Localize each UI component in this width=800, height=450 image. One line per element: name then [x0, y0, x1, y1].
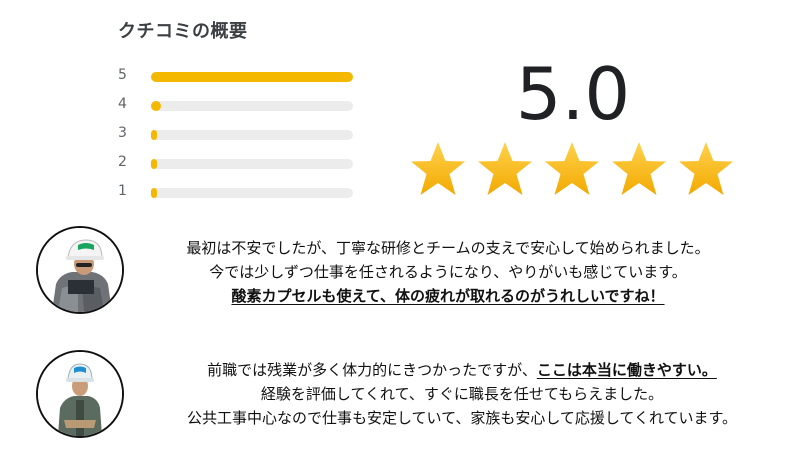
distribution-label: 2: [118, 154, 127, 170]
review-text: 最初は不安でしたが、丁寧な研修とチームの支えで安心して始められました。 今では少…: [138, 236, 758, 308]
distribution-row-4: 4: [118, 92, 358, 121]
distribution-row-1: 1: [118, 179, 358, 208]
star-icon: [612, 142, 666, 195]
distribution-track: [151, 130, 353, 140]
distribution-label: 4: [118, 96, 127, 112]
distribution-row-5: 5: [118, 63, 358, 92]
review-line: 前職では残業が多く体力的にきつかったですが、ここは本当に働きやすい。: [130, 358, 794, 382]
average-score: 5.0: [515, 52, 631, 136]
reviewer-avatar: [36, 350, 124, 438]
star-icon: [679, 142, 733, 195]
star-rating: [408, 140, 738, 200]
review-line: 経験を評価してくれて、すぐに職長を任せてもらえました。: [260, 385, 664, 403]
distribution-track: [151, 188, 353, 198]
rating-distribution: 5 4 3 2 1: [118, 63, 358, 208]
distribution-label: 5: [118, 67, 127, 83]
distribution-track: [151, 72, 353, 82]
distribution-label: 1: [118, 183, 127, 199]
distribution-row-3: 3: [118, 121, 358, 150]
review-line: 最初は不安でしたが、丁寧な研修とチームの支えで安心して始められました。: [186, 239, 710, 257]
distribution-bar: [151, 159, 157, 169]
review-highlight: 酸素カプセルも使えて、体の疲れが取れるのがうれしいですね！: [231, 287, 665, 305]
worker-blue-helmet-icon: [38, 352, 122, 436]
distribution-row-2: 2: [118, 150, 358, 179]
worker-white-helmet-icon: [38, 228, 122, 312]
distribution-track: [151, 159, 353, 169]
reviewer-avatar: [36, 226, 124, 314]
distribution-bar: [151, 72, 353, 82]
summary-title: クチコミの概要: [118, 21, 248, 42]
star-icon: [545, 142, 599, 195]
distribution-bar: [151, 188, 157, 198]
star-icon: [478, 142, 532, 195]
distribution-bar: [151, 101, 161, 111]
star-icon: [411, 142, 465, 195]
review-line-prefix: 前職では残業が多く体力的にきつかったですが、: [207, 361, 537, 379]
distribution-label: 3: [118, 125, 127, 141]
distribution-track: [151, 101, 353, 111]
review-line: 公共工事中心なので仕事も安定していて、家族も安心して応援してくれています。: [186, 409, 738, 427]
review-page: クチコミの概要 5 4 3 2 1 5.0 最初は不安でしたが、丁寧な研修とチー…: [0, 0, 800, 450]
review-highlight: ここは本当に働きやすい。: [536, 361, 717, 379]
review-text: 前職では残業が多く体力的にきつかったですが、ここは本当に働きやすい。 経験を評価…: [130, 358, 794, 430]
review-line: 今では少しずつ仕事を任されるようになり、やりがいも感じています。: [209, 263, 687, 281]
distribution-bar: [151, 130, 157, 140]
